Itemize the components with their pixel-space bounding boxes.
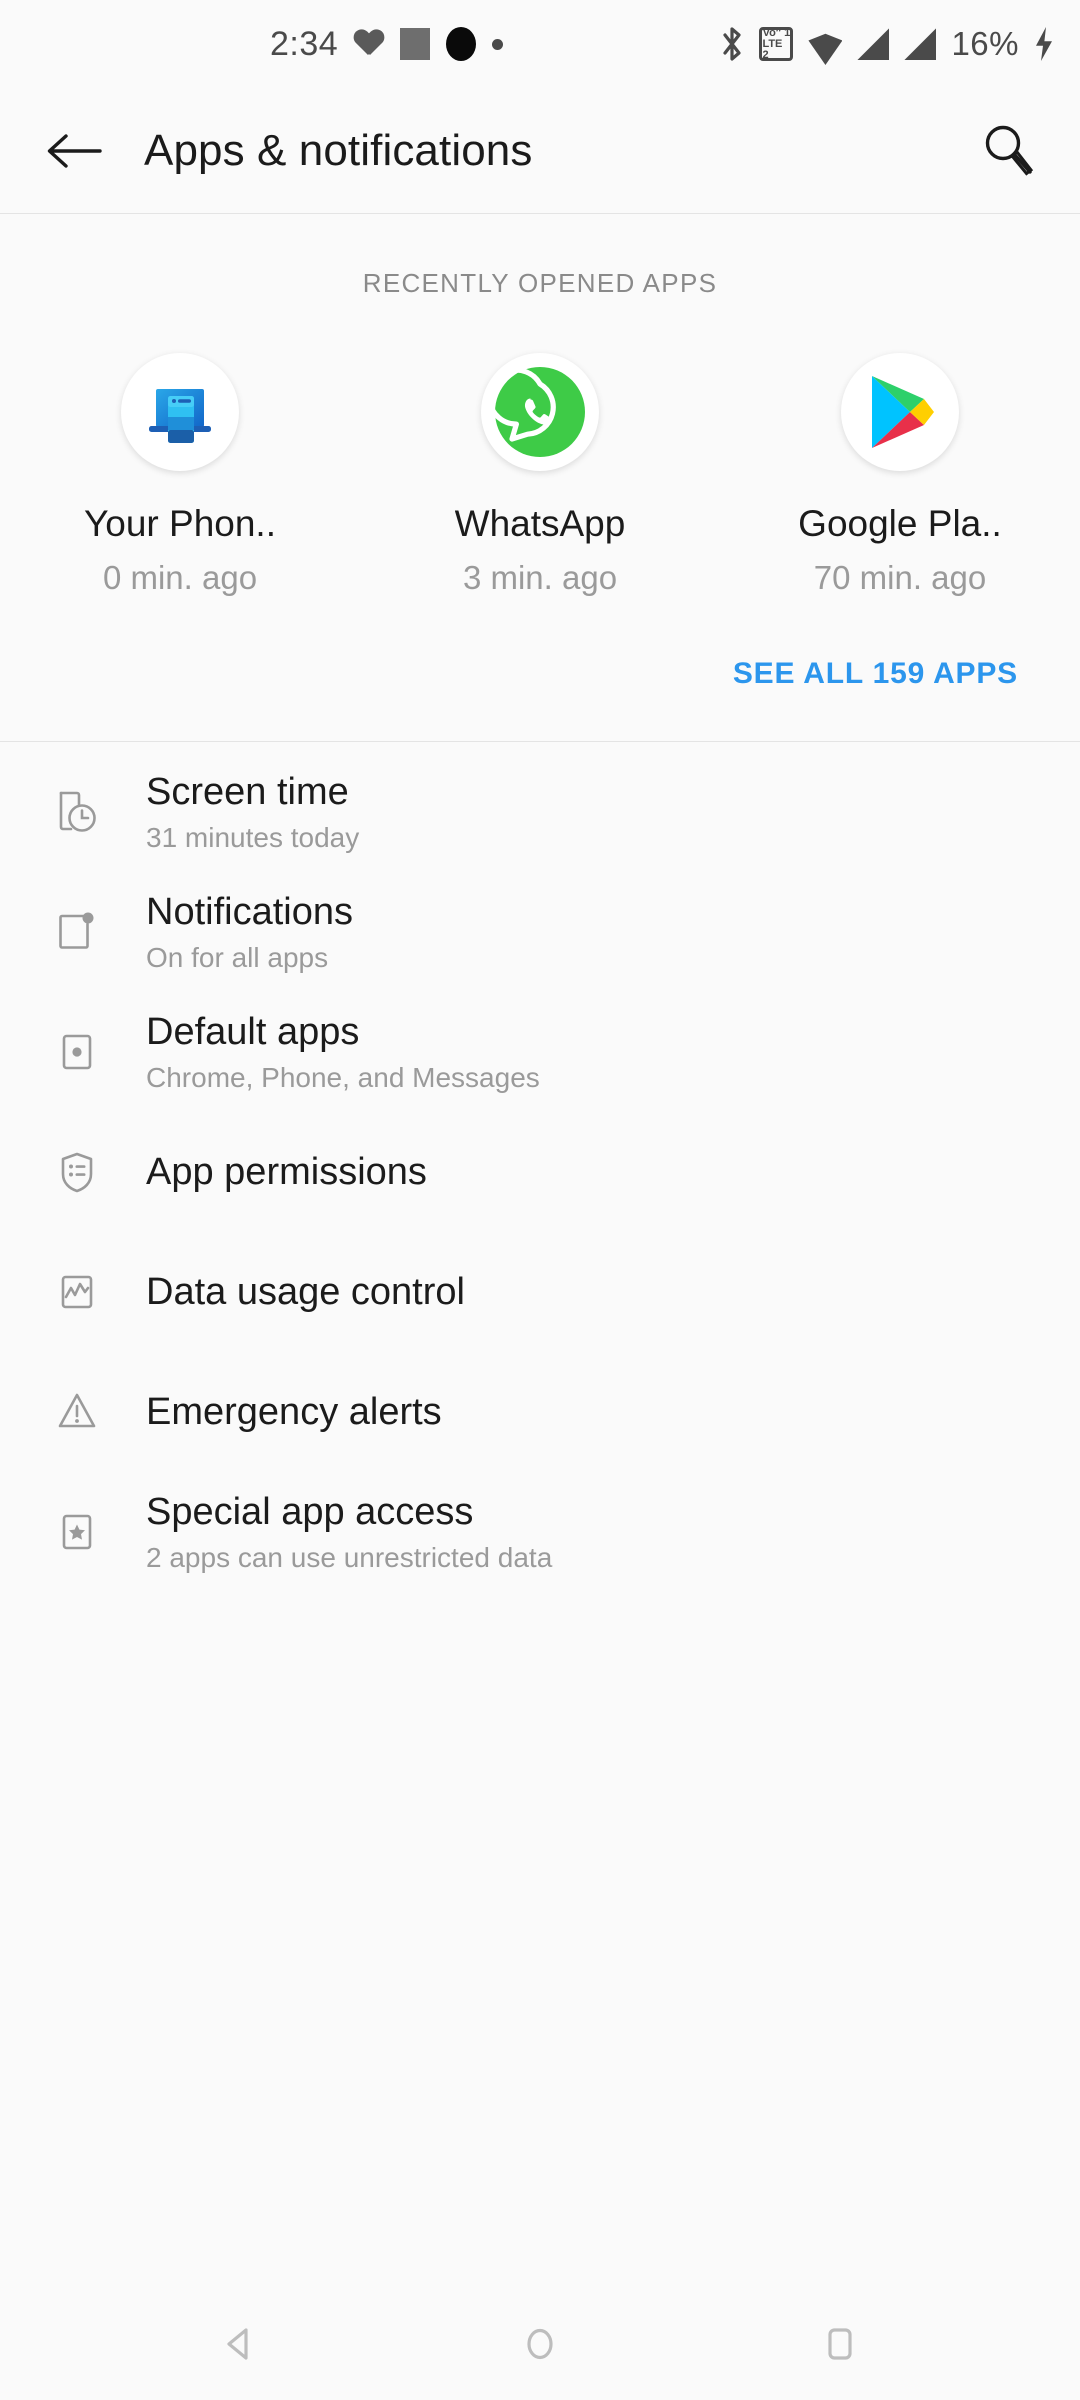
volte-icon: Vo″ 1 LTE 2	[759, 26, 794, 61]
screen-time-icon	[40, 784, 114, 840]
status-bar-clock: 2:34	[270, 24, 339, 63]
recently-opened-apps-card: Recently opened apps	[0, 214, 1080, 741]
signal-icon-2	[904, 28, 937, 60]
bluetooth-icon	[720, 26, 744, 62]
list-item-title: Special app access	[146, 1490, 474, 1533]
list-item-text: Default apps Chrome, Phone, and Messages	[146, 1010, 540, 1094]
heart-icon	[354, 30, 384, 58]
app-bar: Apps & notifications	[0, 88, 1080, 213]
list-item-title: Default apps	[146, 1010, 360, 1053]
list-item-text: Special app access 2 apps can use unrest…	[146, 1490, 552, 1574]
recent-app-name: Your Phon..	[83, 503, 276, 544]
list-item-text: Notifications On for all apps	[146, 890, 353, 974]
list-item-text: Data usage control	[146, 1270, 465, 1315]
list-item-text: Emergency alerts	[146, 1390, 442, 1435]
list-item-title: Screen time	[146, 770, 349, 813]
arrow-left-icon	[47, 133, 102, 168]
list-item-subtitle: 2 apps can use unrestricted data	[146, 1541, 553, 1573]
list-item-special-app-access[interactable]: Special app access 2 apps can use unrest…	[0, 1472, 1080, 1592]
your-phone-icon	[121, 353, 239, 471]
list-item-text: Screen time 31 minutes today	[146, 770, 359, 854]
recent-app-time: 0 min. ago	[102, 559, 258, 596]
list-item-title: Emergency alerts	[146, 1390, 442, 1433]
data-usage-icon	[40, 1264, 114, 1320]
list-item-notifications[interactable]: Notifications On for all apps	[0, 872, 1080, 992]
shield-list-icon	[40, 1144, 114, 1200]
recent-app-your-phone[interactable]: Your Phon.. 0 min. ago	[0, 353, 360, 597]
whatsapp-icon	[481, 353, 599, 471]
back-button[interactable]	[38, 115, 110, 187]
status-bar-left-group: 2:34	[270, 24, 504, 64]
volte-bottom-label: LTE 2	[762, 37, 783, 61]
recent-app-name: WhatsApp	[454, 503, 626, 544]
volte-top-label: Vo″ 1	[762, 26, 791, 39]
recent-apps-row: Your Phon.. 0 min. ago WhatsApp 3 min. a…	[0, 299, 1080, 597]
recent-app-time: 70 min. ago	[813, 559, 987, 596]
status-bar: 2:34 Vo″ 1 LTE 2 16%	[0, 0, 1080, 88]
list-item-data-usage-control[interactable]: Data usage control	[0, 1232, 1080, 1352]
charging-bolt-icon	[1034, 27, 1054, 61]
list-item-subtitle: 31 minutes today	[146, 821, 360, 853]
wifi-icon	[808, 29, 842, 59]
list-item-title: Data usage control	[146, 1270, 465, 1313]
list-item-subtitle: Chrome, Phone, and Messages	[146, 1061, 540, 1093]
gray-square-icon	[400, 28, 431, 60]
see-all-apps-button[interactable]: See all 159 apps	[733, 657, 1018, 691]
recent-app-name: Google Pla..	[798, 503, 1002, 544]
list-item-title: Notifications	[146, 890, 353, 933]
signal-icon-1	[857, 28, 890, 60]
list-item-subtitle: On for all apps	[146, 941, 329, 973]
settings-list: Screen time 31 minutes today Notificatio…	[0, 742, 1080, 1592]
list-item-screen-time[interactable]: Screen time 31 minutes today	[0, 752, 1080, 872]
recent-app-time: 3 min. ago	[462, 559, 618, 596]
page-title: Apps & notifications	[144, 125, 533, 175]
list-item-text: App permissions	[146, 1150, 427, 1195]
recent-app-whatsapp[interactable]: WhatsApp 3 min. ago	[360, 353, 720, 597]
nav-back-button[interactable]	[195, 2299, 285, 2389]
system-navigation-bar	[0, 2288, 1080, 2400]
list-item-emergency-alerts[interactable]: Emergency alerts	[0, 1352, 1080, 1472]
nav-recents-button[interactable]	[795, 2299, 885, 2389]
recent-app-google-play[interactable]: Google Pla.. 70 min. ago	[720, 353, 1080, 597]
nav-recents-square-icon	[828, 2328, 852, 2360]
small-dot-icon	[492, 38, 504, 50]
nav-home-button[interactable]	[495, 2299, 585, 2389]
default-apps-icon	[40, 1024, 114, 1080]
nav-home-circle-icon	[527, 2328, 553, 2360]
list-item-default-apps[interactable]: Default apps Chrome, Phone, and Messages	[0, 992, 1080, 1112]
battery-percent-label: 16%	[951, 25, 1019, 62]
google-play-icon	[841, 353, 959, 471]
see-all-apps-row: See all 159 apps	[0, 597, 1080, 741]
search-button[interactable]	[972, 115, 1044, 187]
notifications-icon	[40, 904, 114, 960]
section-label-recent-apps: Recently opened apps	[362, 268, 718, 298]
status-bar-right-group: Vo″ 1 LTE 2 16%	[720, 25, 1054, 63]
warning-triangle-icon	[40, 1384, 114, 1440]
search-icon	[985, 125, 1034, 176]
list-item-app-permissions[interactable]: App permissions	[0, 1112, 1080, 1232]
special-access-icon	[40, 1504, 114, 1560]
black-circle-icon	[446, 27, 477, 61]
android-settings-screen: 2:34 Vo″ 1 LTE 2 16% Apps & notification…	[0, 0, 1080, 2400]
nav-back-triangle-icon	[227, 2328, 248, 2360]
list-item-title: App permissions	[146, 1150, 427, 1193]
